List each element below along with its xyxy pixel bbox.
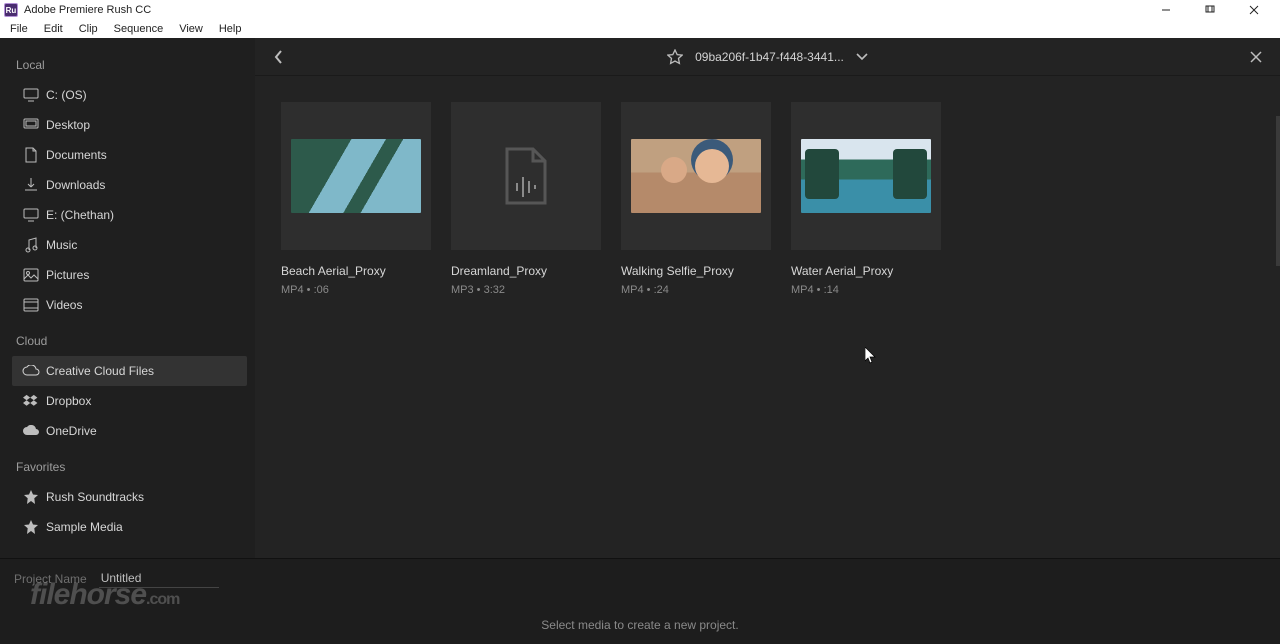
monitor-icon	[20, 88, 42, 102]
creative-cloud-icon	[20, 365, 42, 377]
favorite-toggle[interactable]	[667, 49, 683, 65]
menu-clip[interactable]: Clip	[71, 21, 106, 37]
dropbox-icon	[20, 394, 42, 408]
scrollbar[interactable]	[1276, 116, 1280, 266]
star-icon	[20, 520, 42, 534]
sidebar-item-e-drive[interactable]: E: (Chethan)	[12, 200, 247, 230]
window-minimize-button[interactable]	[1144, 0, 1188, 20]
watermark: filehorse.com	[30, 578, 179, 612]
bottom-bar: Project Name Select media to create a ne…	[0, 558, 1280, 644]
sidebar-item-onedrive[interactable]: OneDrive	[12, 416, 247, 446]
media-thumbnail	[451, 102, 601, 250]
sidebar-item-desktop[interactable]: Desktop	[12, 110, 247, 140]
sidebar-section-favorites: Favorites	[12, 454, 247, 482]
sidebar-item-sample-media[interactable]: Sample Media	[12, 512, 247, 542]
sidebar-section-local: Local	[12, 52, 247, 80]
media-thumbnail	[621, 102, 771, 250]
media-thumbnail	[791, 102, 941, 250]
media-meta: MP4 • :06	[281, 284, 431, 296]
window-maximize-button[interactable]	[1188, 0, 1232, 20]
sidebar-item-pictures[interactable]: Pictures	[12, 260, 247, 290]
create-project-hint: Select media to create a new project.	[541, 618, 738, 632]
back-button[interactable]	[267, 45, 291, 69]
media-title: Beach Aerial_Proxy	[281, 264, 431, 278]
window-close-button[interactable]	[1232, 0, 1276, 20]
sidebar-item-label: Creative Cloud Files	[46, 364, 154, 378]
sidebar-item-label: Documents	[46, 148, 107, 162]
media-item[interactable]: Beach Aerial_Proxy MP4 • :06	[281, 102, 431, 618]
video-icon	[20, 298, 42, 312]
sidebar-item-music[interactable]: Music	[12, 230, 247, 260]
star-icon	[20, 490, 42, 504]
sidebar-item-rush-soundtracks[interactable]: Rush Soundtracks	[12, 482, 247, 512]
audio-file-icon	[503, 147, 549, 205]
document-icon	[20, 147, 42, 163]
sidebar-item-creative-cloud[interactable]: Creative Cloud Files	[12, 356, 247, 386]
media-thumbnail	[281, 102, 431, 250]
window-title: Adobe Premiere Rush CC	[24, 4, 151, 16]
menu-view[interactable]: View	[171, 21, 211, 37]
media-meta: MP4 • :14	[791, 284, 941, 296]
sidebar-item-videos[interactable]: Videos	[12, 290, 247, 320]
sidebar-section-cloud: Cloud	[12, 328, 247, 356]
menu-file[interactable]: File	[2, 21, 36, 37]
sidebar-item-documents[interactable]: Documents	[12, 140, 247, 170]
menu-edit[interactable]: Edit	[36, 21, 71, 37]
window-titlebar: Ru Adobe Premiere Rush CC	[0, 0, 1280, 20]
sidebar-item-label: Music	[46, 238, 77, 252]
sidebar-item-label: Dropbox	[46, 394, 91, 408]
monitor-icon	[20, 208, 42, 222]
path-dropdown[interactable]	[856, 53, 868, 61]
breadcrumb-path[interactable]: 09ba206f-1b47-f448-3441...	[695, 50, 844, 64]
media-item[interactable]: Dreamland_Proxy MP3 • 3:32	[451, 102, 601, 618]
sidebar-item-label: C: (OS)	[46, 88, 87, 102]
menu-sequence[interactable]: Sequence	[106, 21, 172, 37]
cloud-icon	[20, 425, 42, 437]
media-item[interactable]: Water Aerial_Proxy MP4 • :14	[791, 102, 941, 618]
sidebar-item-label: OneDrive	[46, 424, 97, 438]
media-meta: MP4 • :24	[621, 284, 771, 296]
browser-topbar: 09ba206f-1b47-f448-3441...	[255, 38, 1280, 76]
media-title: Water Aerial_Proxy	[791, 264, 941, 278]
panel-close-button[interactable]	[1244, 45, 1268, 69]
main-panel: 09ba206f-1b47-f448-3441... Beach Aerial_…	[255, 38, 1280, 644]
picture-icon	[20, 268, 42, 282]
sidebar-item-label: Downloads	[46, 178, 105, 192]
sidebar-item-c-drive[interactable]: C: (OS)	[12, 80, 247, 110]
sidebar-item-label: Sample Media	[46, 520, 123, 534]
sidebar-item-label: Rush Soundtracks	[46, 490, 144, 504]
media-meta: MP3 • 3:32	[451, 284, 601, 296]
sidebar-item-label: E: (Chethan)	[46, 208, 114, 222]
media-title: Dreamland_Proxy	[451, 264, 601, 278]
desktop-icon	[20, 118, 42, 132]
sidebar: Local C: (OS) Desktop Documents Download…	[0, 38, 255, 644]
sidebar-item-downloads[interactable]: Downloads	[12, 170, 247, 200]
sidebar-item-label: Videos	[46, 298, 82, 312]
menu-help[interactable]: Help	[211, 21, 250, 37]
sidebar-item-dropbox[interactable]: Dropbox	[12, 386, 247, 416]
media-item[interactable]: Walking Selfie_Proxy MP4 • :24	[621, 102, 771, 618]
app-logo: Ru	[4, 3, 18, 17]
menubar: File Edit Clip Sequence View Help	[0, 20, 1280, 38]
media-title: Walking Selfie_Proxy	[621, 264, 771, 278]
sidebar-item-label: Desktop	[46, 118, 90, 132]
music-icon	[20, 237, 42, 253]
sidebar-item-label: Pictures	[46, 268, 89, 282]
download-icon	[20, 177, 42, 193]
